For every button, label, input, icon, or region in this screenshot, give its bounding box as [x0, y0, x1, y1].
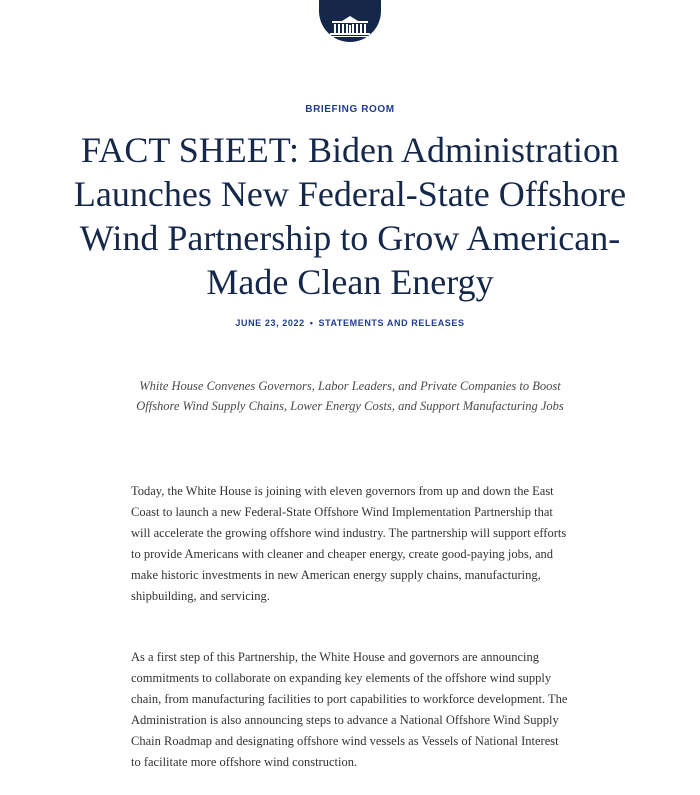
category-link[interactable]: STATEMENTS AND RELEASES: [318, 318, 464, 328]
post-meta: JUNE 23, 2022 • STATEMENTS AND RELEASES: [0, 318, 700, 328]
page-title: FACT SHEET: Biden Administration Launche…: [73, 130, 627, 302]
meta-separator: •: [309, 318, 314, 328]
white-house-seal-icon: [328, 16, 372, 37]
white-house-logo[interactable]: [319, 0, 381, 42]
article-paragraph-2: As a first step of this Partnership, the…: [131, 650, 568, 769]
site-header: [0, 0, 700, 48]
post-date: JUNE 23, 2022: [235, 318, 305, 328]
briefing-room-link[interactable]: BRIEFING ROOM: [0, 104, 700, 115]
article-paragraph-1: Today, the White House is joining with e…: [131, 484, 567, 603]
article-subtitle: White House Convenes Governors, Labor Le…: [136, 379, 564, 413]
